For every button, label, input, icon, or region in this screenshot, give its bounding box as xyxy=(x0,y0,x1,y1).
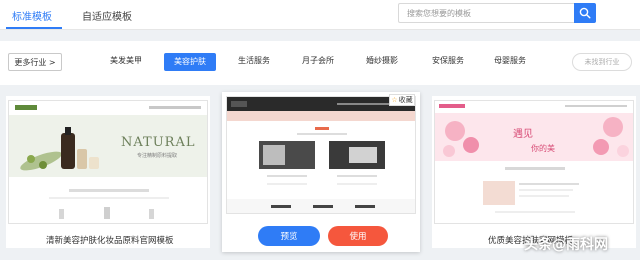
category-filter-bar: 更多行业 > 美发美甲 美容护肤 生活服务 月子会所 婚纱摄影 安保服务 母婴服… xyxy=(0,41,640,85)
pink-flower-skincare-preview-image: 遇见 你的美 xyxy=(435,101,633,223)
more-industries-button[interactable]: 更多行业 > xyxy=(8,53,62,71)
natural-skincare-preview-image: NATURAL 专注精制原料提取 xyxy=(9,101,207,223)
template-card-3[interactable]: 遇见 你的美 优质美容护肤官网模板 xyxy=(432,96,636,248)
natural-banner-text: NATURAL xyxy=(121,135,196,150)
search-input[interactable] xyxy=(399,4,574,22)
meet-banner-sub: 你的美 xyxy=(531,143,555,153)
template-thumbnail-3[interactable]: 遇见 你的美 xyxy=(434,100,634,224)
tab-responsive-templates[interactable]: 自适应模板 xyxy=(82,8,132,23)
top-bar: 标准模板 自适应模板 xyxy=(0,0,640,30)
beauty-salon-preview-image xyxy=(227,97,415,213)
tab-standard-templates[interactable]: 标准模板 xyxy=(12,8,52,23)
search-box xyxy=(398,3,574,23)
source-watermark: 头条@雨科网 xyxy=(524,237,608,253)
category-life-services[interactable]: 生活服务 xyxy=(238,55,270,66)
active-tab-underline xyxy=(6,27,62,29)
search-button[interactable] xyxy=(574,3,596,23)
industry-not-found-button[interactable]: 未找到行业 xyxy=(572,53,632,71)
search-icon xyxy=(579,7,591,19)
banner-sub-text: 专注精制原料提取 xyxy=(137,152,177,159)
favorite-label: 收藏 xyxy=(398,96,413,104)
template-thumbnail-2[interactable] xyxy=(226,96,416,214)
category-skincare[interactable]: 美容护肤 xyxy=(164,53,216,71)
template-caption-1[interactable]: 清新美容护肤化妆品原料官网模板 xyxy=(46,234,174,246)
category-wedding-photography[interactable]: 婚纱摄影 xyxy=(366,55,398,66)
favorite-button[interactable]: ☆ 收藏 xyxy=(389,94,415,106)
category-beauty-nails[interactable]: 美发美甲 xyxy=(110,55,142,66)
star-icon: ☆ xyxy=(391,96,398,104)
use-template-button[interactable]: 使用 xyxy=(328,226,388,246)
template-card-1[interactable]: NATURAL 专注精制原料提取 清新美容护肤化妆品原料官网模板 xyxy=(6,96,210,248)
category-security-services[interactable]: 安保服务 xyxy=(432,55,464,66)
category-maternity-services[interactable]: 母婴服务 xyxy=(494,55,526,66)
preview-button[interactable]: 预览 xyxy=(258,226,320,246)
template-thumbnail-1[interactable]: NATURAL 专注精制原料提取 xyxy=(8,100,208,224)
category-postpartum-center[interactable]: 月子会所 xyxy=(302,55,334,66)
meet-banner-title: 遇见 xyxy=(513,128,533,140)
template-card-2[interactable]: 预览 使用 xyxy=(222,92,420,252)
